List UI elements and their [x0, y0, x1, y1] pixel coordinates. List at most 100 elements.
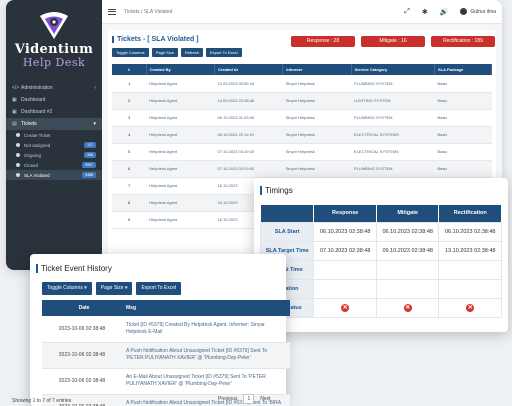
column-header[interactable]: Created At	[214, 64, 284, 75]
timings-table: Response Mitigate Rectification SLA Star…	[259, 205, 502, 318]
event-message: Ticket [ID #5379] Created By Helpdesk Ag…	[122, 316, 290, 343]
table-row: SLA Status✕✕✕	[259, 297, 502, 318]
event-date: 2023-10-06 02:38:48	[42, 342, 122, 369]
count-badge: 9997	[82, 162, 96, 168]
table-row[interactable]: 2023-10-06 02:38:48A Push Notification A…	[42, 342, 290, 369]
breadcrumb: Tickets / SLA Violated	[124, 8, 173, 15]
column-header: Mitigate	[376, 205, 440, 222]
response-pill[interactable]: Response : 28	[291, 36, 355, 47]
column-header[interactable]: Informer	[282, 64, 352, 75]
table-cell: Basic	[434, 126, 492, 144]
column-header[interactable]: #	[112, 64, 147, 75]
history-title: Ticket Event History	[36, 264, 112, 273]
table-cell: Helpdesk Agent	[146, 92, 215, 110]
code-icon: </>	[12, 85, 20, 91]
sidebar-item-dashboard-2[interactable]: ▣ Dashboard #2	[6, 106, 102, 118]
table-cell: 2	[112, 92, 147, 110]
export-excel-button[interactable]: Export To Excel	[136, 282, 182, 295]
column-header-msg[interactable]: Msg	[122, 300, 290, 316]
toggle-columns-button[interactable]: Toggle Columns ▾	[42, 282, 92, 295]
page-size-button[interactable]: Page Size ▾	[95, 282, 133, 295]
table-row[interactable]: 3 Helpdesk Agent 06.10.2023 01:33:30 Sinyar…	[112, 109, 492, 127]
table-cell: 5	[112, 143, 147, 161]
sidebar-item-tickets[interactable]: ▤ Tickets ▾	[6, 118, 102, 130]
page-size-button[interactable]: Page Size	[151, 48, 178, 57]
column-header	[260, 205, 315, 222]
table-cell: Helpdesk Agent	[146, 211, 215, 229]
previous-page-link[interactable]: Previous	[218, 396, 237, 402]
sidebar-subitem-label: SLA Violated	[24, 172, 50, 178]
circle-icon	[16, 153, 20, 157]
sidebar-item-label: Administration	[21, 85, 53, 91]
bug-icon[interactable]: ✱	[422, 8, 428, 16]
refresh-button[interactable]: Refresh	[180, 48, 203, 57]
event-message: An E-Mail About Unassigned Ticket [ID #5…	[122, 368, 290, 395]
table-cell: Helpdesk Agent	[146, 160, 215, 178]
table-row: Duration	[259, 278, 502, 299]
sidebar-item-not-assigned[interactable]: Not assigned 127	[6, 140, 102, 150]
timing-cell-response	[313, 278, 377, 299]
toggle-columns-button[interactable]: Toggle Columns	[112, 48, 149, 57]
table-cell: Helpdesk Agent	[146, 194, 215, 212]
tickets-title: Tickets - [ SLA Violated ]	[112, 35, 199, 43]
table-header-row: Response Mitigate Rectification	[260, 205, 502, 222]
sidebar-item-create-ticket[interactable]: Create Ticket	[6, 130, 102, 140]
menu-toggle-icon[interactable]	[108, 8, 116, 15]
failed-icon: ✕	[466, 303, 475, 312]
export-excel-button[interactable]: Export To Excel	[205, 48, 242, 57]
sidebar-item-label: Dashboard	[21, 97, 46, 103]
timing-cell-mitigate: 06.10.2023 02:38:48	[375, 221, 440, 242]
volume-icon[interactable]: 🔊	[440, 8, 449, 16]
table-cell: 07.10.2023 03:19:33	[214, 143, 283, 161]
column-header-date[interactable]: Date	[42, 300, 122, 316]
table-row: SLA Start 06.10.2023 02:38:48 06.10.2023 0…	[259, 221, 502, 242]
timing-cell-rectification	[438, 278, 502, 299]
table-header-row: Date Msg	[42, 300, 290, 316]
table-row[interactable]: 2023-10-06 02:38:48 Ticket [ID #5379] Cre…	[42, 316, 290, 343]
table-cell: 7	[112, 177, 147, 195]
user-menu[interactable]: Gülnur ilma	[460, 8, 496, 15]
circle-icon	[16, 143, 20, 147]
count-badge: 5388	[82, 172, 96, 178]
table-cell: Basic	[434, 160, 492, 178]
timing-cell-response: 06.10.2023 02:38:48	[313, 221, 377, 242]
mitigate-pill[interactable]: Mitigate : 16	[361, 36, 425, 47]
table-cell: Sinyar Helpdesk	[282, 75, 352, 93]
button-label: Toggle Columns	[47, 285, 83, 291]
sidebar-item-ongoing[interactable]: Ongoing 968	[6, 150, 102, 160]
logo: Videntium Help Desk	[6, 0, 102, 78]
logo-subtitle: Help Desk	[22, 55, 86, 69]
next-page-link[interactable]: Next	[260, 396, 270, 402]
table-row[interactable]: 2023-10-06 02:38:48 An E-Mail About Unass…	[42, 368, 290, 395]
sidebar: Videntium Help Desk </> Administration ‹…	[6, 0, 102, 270]
sidebar-item-sla-violated[interactable]: SLA Violated 5388	[6, 170, 102, 180]
table-row[interactable]: 4 Helpdesk Agent 06.10.2023 22:11:49 Sinyar…	[112, 126, 492, 144]
page-1-link[interactable]: 1	[243, 394, 255, 404]
button-label: Page Size	[100, 285, 124, 291]
topbar: Tickets / SLA Violated ⤢ ✱ 🔊 Gülnur ilma	[102, 0, 502, 24]
sidebar-item-administration[interactable]: </> Administration ‹	[6, 82, 102, 94]
rectification-pill[interactable]: Rectification : 189	[431, 36, 495, 47]
table-cell: PLUMBING SYSTEM	[351, 109, 435, 127]
fullscreen-icon[interactable]: ⤢	[404, 8, 410, 16]
table-row[interactable]: 2 Helpdesk Agent 13.09.2023 22:38:46 Sinyar…	[112, 92, 492, 110]
ticket-event-history-panel: Ticket Event History Toggle Columns ▾ Pa…	[30, 254, 290, 406]
table-cell: LIGHTING SYSTEM	[351, 92, 435, 110]
sidebar-item-closed[interactable]: Closed 9997	[6, 160, 102, 170]
table-cell: Basic	[434, 75, 492, 93]
table-cell: 3	[112, 109, 147, 127]
table-cell: 1	[112, 75, 147, 93]
table-cell: PLUMBING SYSTEM	[351, 75, 435, 93]
table-row[interactable]: 1 Helpdesk Agent 13.09.2023 00:55:18 Sinyar…	[112, 75, 492, 93]
column-header[interactable]: Service Category	[351, 64, 436, 75]
table-row[interactable]: 6 Helpdesk Agent 07.10.2023 03:29:50 Sinyar…	[112, 160, 492, 178]
timing-cell-mitigate: ✕	[375, 297, 440, 318]
sidebar-item-dashboard[interactable]: ▣ Dashboard	[6, 94, 102, 106]
table-row[interactable]: 5 Helpdesk Agent 07.10.2023 03:19:33 Sinyar…	[112, 143, 492, 161]
table-cell: 13.09.2023 22:38:46	[214, 92, 283, 110]
column-header[interactable]: SLA Package	[434, 64, 492, 75]
timing-cell-response	[313, 259, 377, 280]
eye-logo-icon	[37, 10, 71, 40]
timings-panel: Timings Response Mitigate Rectification …	[254, 178, 508, 332]
column-header[interactable]: Created By	[146, 64, 215, 75]
